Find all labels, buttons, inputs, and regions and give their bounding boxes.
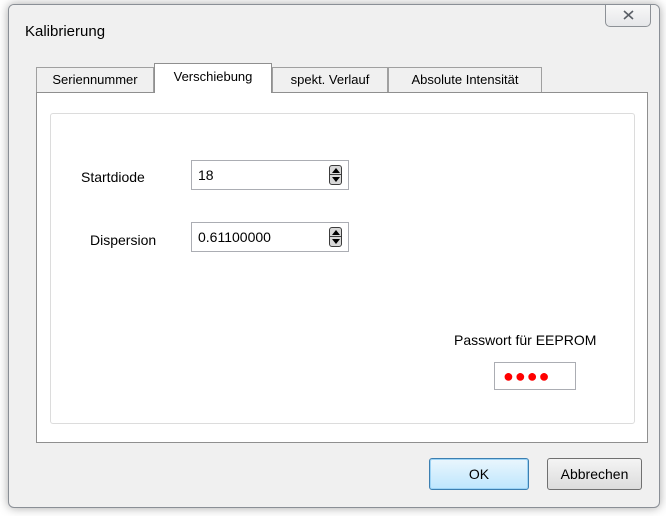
spin-arrows-icon[interactable] bbox=[329, 165, 342, 185]
close-button[interactable] bbox=[605, 5, 651, 27]
dispersion-label: Dispersion bbox=[90, 232, 157, 248]
tab-label: spekt. Verlauf bbox=[290, 72, 370, 87]
startdiode-spinbox[interactable]: 18 bbox=[191, 160, 349, 190]
settings-group: Startdiode 18 Dispersion 0.61100000 Pass bbox=[50, 113, 635, 424]
startdiode-value: 18 bbox=[198, 167, 214, 183]
tab-spekt-verlauf[interactable]: spekt. Verlauf bbox=[272, 67, 388, 92]
password-field[interactable]: ●●●● bbox=[494, 362, 576, 390]
window-title: Kalibrierung bbox=[25, 23, 106, 40]
tab-absolute-intensitaet[interactable]: Absolute Intensität bbox=[388, 67, 542, 92]
tab-label: Seriennummer bbox=[52, 72, 138, 87]
spin-arrows-icon[interactable] bbox=[329, 227, 342, 247]
tab-seriennummer[interactable]: Seriennummer bbox=[36, 67, 154, 92]
ok-button[interactable]: OK bbox=[429, 458, 529, 490]
cancel-button[interactable]: Abbrechen bbox=[547, 458, 642, 490]
dispersion-value: 0.61100000 bbox=[198, 229, 271, 245]
ok-button-label: OK bbox=[468, 466, 490, 482]
dispersion-spinbox[interactable]: 0.61100000 bbox=[191, 222, 349, 252]
tab-label: Absolute Intensität bbox=[411, 72, 519, 87]
dialog-window: Kalibrierung Seriennummer Verschiebung s… bbox=[8, 4, 660, 508]
tab-panel-verschiebung: Startdiode 18 Dispersion 0.61100000 Pass bbox=[36, 92, 648, 443]
close-icon bbox=[623, 10, 634, 20]
tab-label: Verschiebung bbox=[173, 69, 253, 84]
password-label: Passwort für EEPROM bbox=[454, 332, 597, 348]
title-bar: Kalibrierung bbox=[9, 5, 659, 57]
startdiode-label: Startdiode bbox=[81, 169, 145, 185]
password-mask: ●●●● bbox=[503, 366, 551, 386]
cancel-button-label: Abbrechen bbox=[560, 466, 629, 482]
tab-verschiebung[interactable]: Verschiebung bbox=[154, 63, 272, 93]
